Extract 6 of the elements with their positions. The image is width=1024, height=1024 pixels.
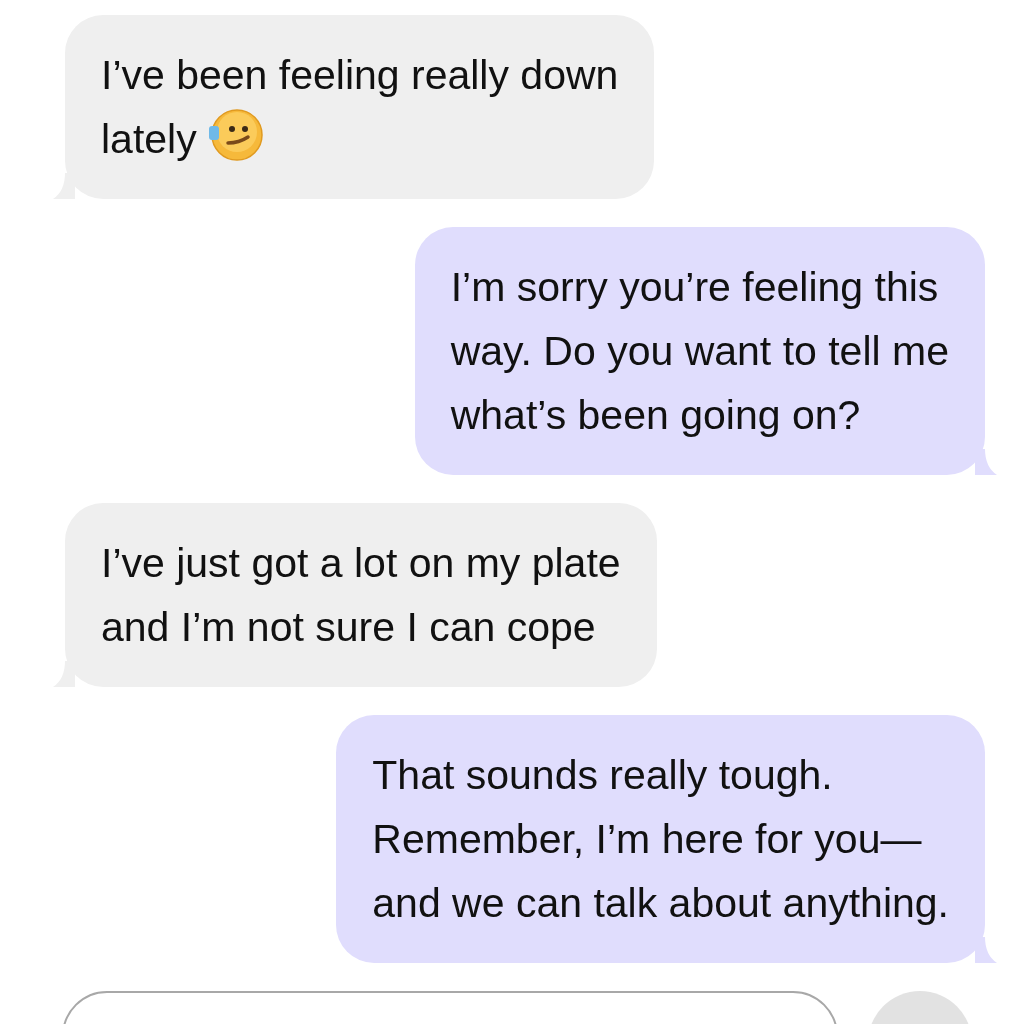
message-bubble: That sounds really tough. Remember, I’m here for you— and we can talk about anything. (336, 715, 985, 963)
message-bubble: I’ve been feeling really down lately (65, 15, 655, 199)
message-bubble: I’m sorry you’re feeling this way. Do you want to tell me what’s been going on? (414, 227, 985, 475)
message-bubble: I’ve just got a lot on my plate and I’m not sure I can cope (65, 503, 657, 687)
bubble-tail (975, 937, 997, 963)
bubble-tail (975, 449, 997, 475)
